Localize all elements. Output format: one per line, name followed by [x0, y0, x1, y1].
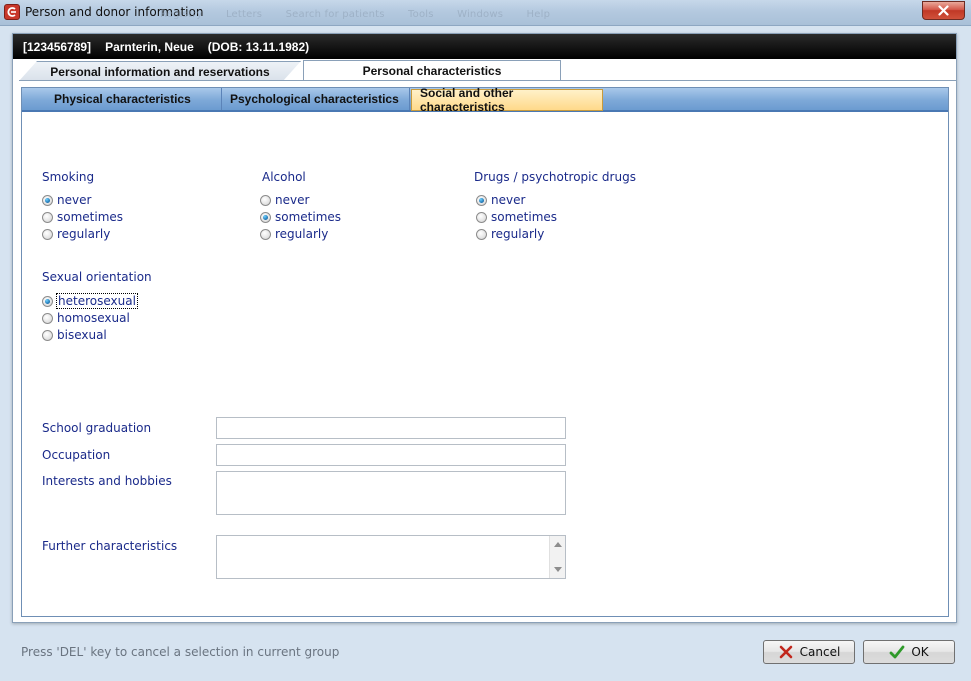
ghost-menu-item: Windows [457, 9, 504, 20]
ok-button-label: OK [911, 645, 929, 659]
subtab-physical-label: Physical characteristics [54, 92, 191, 106]
school-graduation-label: School graduation [42, 421, 152, 435]
cancel-button[interactable]: Cancel [763, 640, 855, 664]
cancel-button-label: Cancel [799, 645, 841, 659]
drugs-option-regularly[interactable]: regularly [476, 226, 544, 242]
scroll-up-icon[interactable] [554, 542, 562, 547]
radio-checked-icon [476, 194, 487, 206]
scroll-down-icon[interactable] [554, 567, 562, 572]
subtab-social-label: Social and other characteristics [420, 86, 514, 114]
vertical-scrollbar[interactable] [549, 536, 565, 578]
option-label: sometimes [57, 210, 124, 224]
drugs-label: Drugs / psychotropic drugs [474, 170, 636, 184]
tab-personal-information[interactable]: Personal information and reservations [19, 61, 301, 81]
occupation-label: Occupation [42, 448, 111, 462]
radio-icon [260, 228, 271, 240]
occupation-input[interactable] [216, 444, 566, 466]
alcohol-label: Alcohol [262, 170, 306, 184]
subtab-psychological-label: Psychological characteristics [230, 92, 399, 106]
option-label: bisexual [57, 328, 107, 342]
ghost-menu-item: Tools [408, 9, 434, 20]
patient-name: Parnterin, Neue [105, 39, 194, 54]
radio-icon [42, 228, 53, 240]
tab-personal-characteristics[interactable]: Personal characteristics [303, 60, 561, 81]
radio-checked-icon [260, 211, 271, 223]
smoking-option-regularly[interactable]: regularly [42, 226, 110, 242]
option-label: never [275, 193, 310, 207]
further-characteristics-input[interactable] [217, 536, 549, 578]
alcohol-option-sometimes[interactable]: sometimes [260, 209, 341, 225]
patient-header: [123456789] Parnterin, Neue (DOB: 13.11.… [13, 34, 956, 59]
radio-icon [42, 211, 53, 223]
ok-button[interactable]: OK [863, 640, 955, 664]
ghost-menu-item: Search for patients [285, 9, 385, 20]
cancel-x-icon [779, 645, 792, 659]
background-menu: Registry Letters Search for patients Too… [160, 9, 570, 20]
sub-tab-strip: Physical characteristics Psychological c… [22, 86, 948, 114]
radio-icon [42, 329, 53, 341]
subtab-social[interactable]: Social and other characteristics [411, 86, 603, 114]
further-characteristics-label: Further characteristics [42, 539, 178, 553]
radio-checked-icon [42, 295, 53, 307]
orientation-option-heterosexual[interactable]: heterosexual [42, 293, 138, 309]
patient-id: [123456789] [23, 39, 92, 54]
radio-checked-icon [42, 194, 53, 206]
option-label: never [57, 193, 92, 207]
option-label: heterosexual [56, 293, 138, 309]
school-graduation-input[interactable] [216, 417, 566, 439]
radio-icon [476, 211, 487, 223]
close-icon [938, 5, 949, 16]
patient-dob: (DOB: 13.11.1982) [207, 39, 310, 54]
further-characteristics-box [216, 535, 566, 579]
app-logo-icon [4, 4, 20, 20]
interests-input[interactable] [216, 471, 566, 515]
option-label: regularly [57, 227, 111, 241]
orientation-option-homosexual[interactable]: homosexual [42, 310, 130, 326]
checkmark-icon [889, 645, 905, 659]
tab-divider [19, 80, 956, 81]
smoking-label: Smoking [42, 170, 95, 184]
ghost-menu-item: Help [526, 9, 551, 20]
title-bar: Person and donor information Registry Le… [0, 0, 971, 26]
radio-icon [42, 312, 53, 324]
alcohol-option-regularly[interactable]: regularly [260, 226, 328, 242]
orientation-option-bisexual[interactable]: bisexual [42, 327, 107, 343]
option-label: sometimes [491, 210, 558, 224]
smoking-option-never[interactable]: never [42, 192, 91, 208]
smoking-option-sometimes[interactable]: sometimes [42, 209, 123, 225]
ghost-menu-item: Letters [225, 9, 263, 20]
option-label: regularly [275, 227, 329, 241]
option-label: homosexual [57, 311, 130, 325]
drugs-option-sometimes[interactable]: sometimes [476, 209, 557, 225]
drugs-option-never[interactable]: never [476, 192, 525, 208]
alcohol-option-never[interactable]: never [260, 192, 309, 208]
main-frame: [123456789] Parnterin, Neue (DOB: 13.11.… [12, 33, 957, 623]
top-tab-strip: Personal information and reservations Pe… [13, 59, 956, 81]
interests-label: Interests and hobbies [42, 474, 172, 488]
orientation-label: Sexual orientation [42, 270, 152, 284]
status-hint: Press 'DEL' key to cancel a selection in… [21, 645, 340, 659]
close-window-button[interactable] [922, 1, 965, 20]
option-label: never [491, 193, 526, 207]
option-label: sometimes [275, 210, 342, 224]
characteristics-panel: Physical characteristics Psychological c… [21, 86, 949, 617]
radio-icon [260, 194, 271, 206]
radio-icon [476, 228, 487, 240]
option-label: regularly [491, 227, 545, 241]
ghost-menu-item: Registry [160, 9, 203, 20]
subtab-psychological[interactable]: Psychological characteristics [222, 88, 410, 110]
subtab-physical[interactable]: Physical characteristics [46, 88, 222, 110]
